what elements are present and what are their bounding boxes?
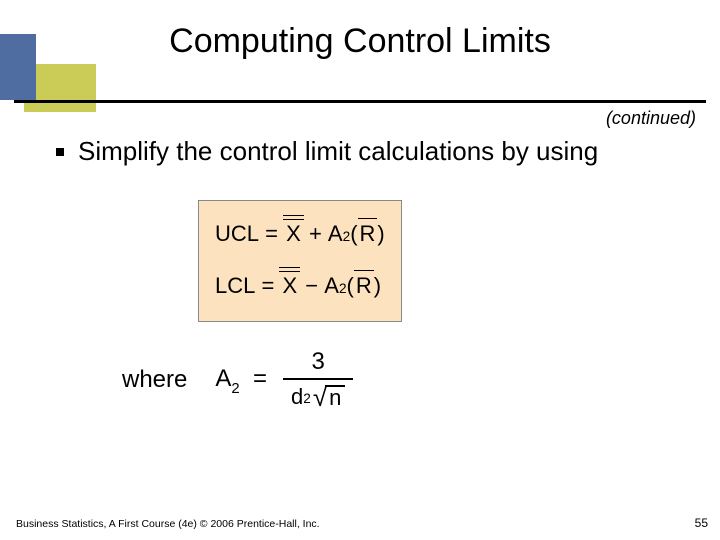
sqrt-n: n bbox=[325, 385, 345, 409]
ucl-rparen: ) bbox=[377, 221, 384, 247]
lcl-lhs: LCL bbox=[215, 273, 255, 299]
footer-text: Business Statistics, A First Course (4e)… bbox=[16, 518, 320, 530]
lcl-A: A bbox=[324, 273, 339, 299]
where-A: A bbox=[215, 365, 231, 392]
ucl-A-sub: 2 bbox=[343, 229, 351, 244]
lcl-eq: = bbox=[261, 273, 274, 299]
r-bar-2: R bbox=[354, 273, 374, 299]
ucl-lparen: ( bbox=[350, 221, 357, 247]
where-definition: where A2 = 3 d2 √n bbox=[122, 350, 353, 410]
formula-box: UCL = X + A2 (R) LCL = X − A2 (R) bbox=[198, 200, 402, 322]
lcl-op: − bbox=[305, 273, 318, 299]
lcl-rparen: ) bbox=[374, 273, 381, 299]
continued-label: (continued) bbox=[606, 108, 696, 129]
page-number: 55 bbox=[695, 516, 708, 530]
title-underline bbox=[14, 100, 706, 103]
lcl-A-sub: 2 bbox=[339, 281, 347, 296]
fraction: 3 d2 √n bbox=[283, 350, 353, 410]
where-label: where bbox=[122, 366, 187, 394]
ucl-op: + bbox=[309, 221, 322, 247]
ucl-A: A bbox=[328, 221, 343, 247]
r-bar: R bbox=[358, 221, 378, 247]
where-eq: = bbox=[253, 365, 267, 392]
ucl-lhs: UCL bbox=[215, 221, 259, 247]
x-double-bar-2: X bbox=[280, 273, 299, 299]
den-d: d bbox=[291, 386, 303, 408]
formula-lcl: LCL = X − A2 (R) bbox=[215, 265, 385, 307]
x-double-bar: X bbox=[284, 221, 303, 247]
where-A-sub: 2 bbox=[231, 381, 239, 397]
formula-ucl: UCL = X + A2 (R) bbox=[215, 213, 385, 255]
bullet-icon bbox=[56, 148, 64, 156]
fraction-numerator: 3 bbox=[302, 350, 335, 378]
ucl-eq: = bbox=[265, 221, 278, 247]
slide-title: Computing Control Limits bbox=[0, 22, 720, 61]
bullet-item: Simplify the control limit calculations … bbox=[56, 136, 598, 167]
bullet-text: Simplify the control limit calculations … bbox=[78, 136, 598, 167]
lcl-lparen: ( bbox=[347, 273, 354, 299]
fraction-denominator: d2 √n bbox=[283, 378, 353, 410]
den-d-sub: 2 bbox=[303, 392, 311, 406]
